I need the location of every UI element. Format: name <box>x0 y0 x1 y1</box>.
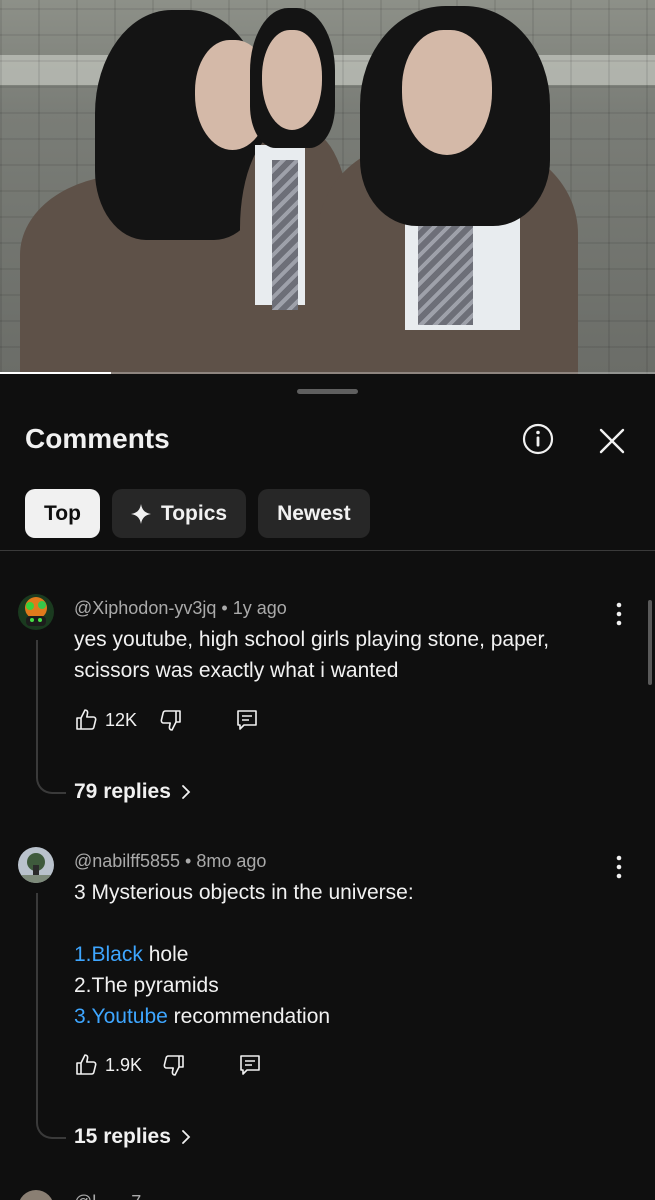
sort-chips: Top Topics Newest <box>25 489 370 538</box>
thumbs-down-icon <box>160 710 181 731</box>
comments-title: Comments <box>25 423 170 454</box>
chips-divider <box>0 550 655 551</box>
like-button[interactable]: 1.9K <box>74 1053 142 1077</box>
hashtag-link[interactable]: 1.Black <box>74 943 143 966</box>
like-count: 12K <box>105 709 138 730</box>
chip-top-label: Top <box>44 501 81 525</box>
view-replies-button[interactable]: 15 replies <box>74 1125 191 1149</box>
chip-topics-label: Topics <box>160 501 228 525</box>
info-icon[interactable] <box>522 423 554 455</box>
comment-meta: @l... ...7... <box>74 1192 156 1200</box>
reply-thread-line <box>36 640 66 794</box>
comment-time: 1y ago <box>232 598 287 618</box>
video-person-middle-face <box>262 30 322 130</box>
reply-comment-icon <box>237 710 257 730</box>
like-button[interactable]: 12K <box>74 708 137 732</box>
like-count: 1.9K <box>105 1054 143 1075</box>
reply-button[interactable] <box>235 708 259 732</box>
comment-text: yes youtube, high school girls playing s… <box>74 628 550 682</box>
reply-comment-icon <box>240 1055 260 1075</box>
view-replies-button[interactable]: 79 replies <box>74 780 191 804</box>
scrollbar[interactable] <box>648 600 652 685</box>
comment-time: 8mo ago <box>196 851 267 871</box>
comment-line: 3.Youtube recommendation <box>74 1001 604 1032</box>
more-options-icon[interactable] <box>607 600 631 628</box>
video-person-middle-tie <box>272 160 298 310</box>
video-progress-fill <box>0 372 112 374</box>
comment-actions: 1.9K <box>74 1051 262 1079</box>
chevron-right-icon <box>182 785 191 799</box>
video-person-right-face <box>402 30 492 155</box>
comment-line: 2.The pyramids <box>74 974 219 997</box>
thumbs-up-icon <box>76 1054 97 1075</box>
reply-button[interactable] <box>238 1053 262 1077</box>
comment-meta: @Xiphodon-yv3jq • 1y ago <box>74 598 287 619</box>
reply-thread-line <box>36 893 66 1139</box>
thumbs-down-icon <box>163 1055 184 1076</box>
close-icon[interactable] <box>598 427 626 455</box>
video-player[interactable] <box>0 0 655 374</box>
comment-meta: @nabilff5855 • 8mo ago <box>74 851 266 872</box>
sheet-drag-handle[interactable] <box>297 389 358 394</box>
thumbs-up-icon <box>76 709 97 730</box>
comment-line: 1.Black hole <box>74 939 604 970</box>
chevron-right-icon <box>182 1130 191 1144</box>
video-progress-bar[interactable] <box>0 372 655 374</box>
comment-line-text: recommendation <box>167 1005 331 1028</box>
chip-newest[interactable]: Newest <box>258 489 370 538</box>
comment-author[interactable]: @nabilff5855 <box>74 851 180 871</box>
hashtag-link[interactable]: 3.Youtube <box>74 1005 168 1028</box>
sparkle-icon <box>130 503 151 524</box>
comment-line: 3 Mysterious objects in the universe: <box>74 881 414 904</box>
meta-separator: • <box>185 851 197 871</box>
chip-topics[interactable]: Topics <box>111 489 247 538</box>
replies-count: 79 replies <box>74 780 171 803</box>
comment-author[interactable]: @Xiphodon-yv3jq <box>74 598 216 618</box>
comment-actions: 12K <box>74 706 259 734</box>
chip-top[interactable]: Top <box>25 489 100 538</box>
chip-newest-label: Newest <box>277 501 351 525</box>
avatar[interactable] <box>18 847 54 883</box>
comment-blank-line <box>74 908 604 939</box>
avatar[interactable] <box>18 594 54 630</box>
dislike-button[interactable] <box>162 1053 186 1077</box>
meta-separator: • <box>221 598 233 618</box>
comment-text: 3 Mysterious objects in the universe: 1.… <box>74 877 604 1032</box>
more-options-icon[interactable] <box>607 853 631 881</box>
dislike-button[interactable] <box>159 708 183 732</box>
replies-count: 15 replies <box>74 1125 171 1148</box>
comment-line-text: hole <box>142 943 189 966</box>
